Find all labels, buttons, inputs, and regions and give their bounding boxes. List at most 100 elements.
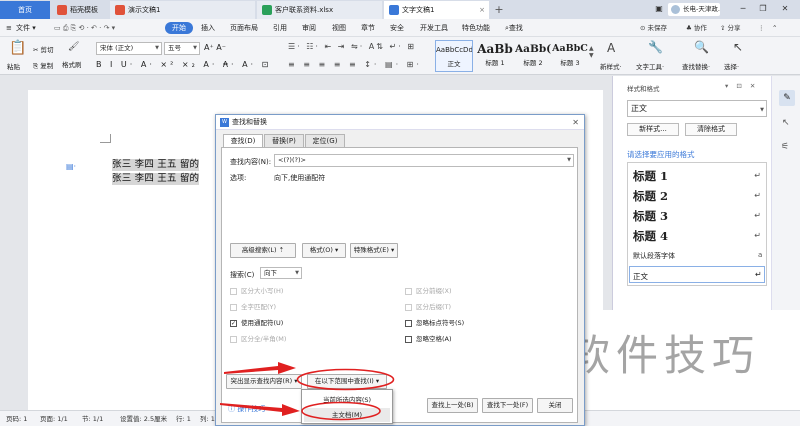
document-text-line[interactable]: 张三 李四 王五 留的	[112, 159, 200, 171]
highlight-results-button[interactable]: 突出显示查找内容(R) ▾	[226, 374, 302, 389]
find-what-input[interactable]: <(?)(?)> ▼	[274, 154, 574, 167]
tab-spreadsheet[interactable]: 客户联系资料.xlsx	[257, 1, 382, 19]
font-name-select[interactable]: 宋体 (正文) ▼	[96, 42, 162, 55]
tab-find[interactable]: 查找(D)	[223, 134, 263, 148]
paste-button[interactable]: 粘贴	[7, 61, 20, 71]
pen-icon[interactable]: ✎	[779, 90, 795, 106]
style-heading-3[interactable]: AaBbC 标题 3	[552, 40, 588, 72]
paragraph-list-buttons[interactable]: ☰· ☷· ⇤ ⇥ ⇋· A⇅ ↵· ⊞	[288, 42, 416, 51]
tab-document-active[interactable]: 文字文稿1 ×	[384, 1, 489, 19]
tips-link[interactable]: ⓘ 操作技巧	[228, 404, 265, 414]
quick-access-icons[interactable]: ▭ ⎙ ⎘ ⟲ · ↶ · ↷ ▾	[54, 19, 115, 37]
ignore-punctuation-checkbox[interactable]: 忽略标点符号(S)	[405, 319, 464, 328]
presentation-icon	[115, 5, 125, 15]
collaborate-button[interactable]: ♣ 协作	[686, 19, 707, 37]
search-direction-select[interactable]: 向下 ▼	[260, 267, 302, 279]
match-suffix-checkbox[interactable]: 区分后缀(T)	[405, 303, 451, 312]
tab-presentation[interactable]: 演示文稿1	[110, 1, 255, 19]
whole-word-checkbox[interactable]: 全字匹配(Y)	[230, 303, 276, 312]
cut-button[interactable]: ✂ 剪切	[33, 44, 54, 54]
menu-developer[interactable]: 开发工具	[420, 19, 448, 37]
tab-home[interactable]: 首页	[0, 1, 50, 19]
minimize-button[interactable]: ─	[736, 3, 750, 15]
menu-file[interactable]: 文件 ▾	[16, 19, 36, 37]
new-tab-button[interactable]: +	[492, 3, 506, 17]
dialog-title-bar[interactable]: W 查找和替换 ✕	[216, 115, 584, 130]
user-account[interactable]: 长电-天津政...	[668, 3, 720, 16]
style-list-heading-1[interactable]: 标题 1 ↵	[633, 167, 763, 185]
menu-start[interactable]: 开始	[165, 22, 193, 34]
special-format-button[interactable]: 特殊格式(E) ▾	[350, 243, 398, 258]
match-case-checkbox[interactable]: 区分大小写(H)	[230, 287, 283, 296]
copy-button[interactable]: ⎘ 复制	[33, 60, 53, 71]
ribbon-toolbar: 📋 粘贴 ✂ 剪切 ⎘ 复制 格式刷 🖌 宋体 (正文) ▼ 五号 ▼ A⁺ A⁻ …	[0, 37, 800, 75]
share-button[interactable]: ⇪ 分享	[720, 19, 741, 37]
style-normal[interactable]: AaBbCcDd 正文	[435, 40, 473, 72]
layout-icon[interactable]: ▣	[652, 3, 666, 15]
hamburger-icon[interactable]: ≡	[6, 19, 12, 37]
advanced-search-button[interactable]: 高级搜索(L) ⇡	[230, 243, 296, 258]
menu-insert[interactable]: 插入	[201, 19, 215, 37]
use-wildcards-checkbox[interactable]: ✓ 使用通配符(U)	[230, 319, 283, 328]
wps-writer-icon: W	[220, 118, 229, 127]
menu-special-features[interactable]: 特色功能	[462, 19, 490, 37]
style-heading-2[interactable]: AaBb( 标题 2	[515, 40, 551, 72]
paragraph-align-buttons[interactable]: ≡ ≡ ≡ ≡ ≡ ↕· ▤· ⊞·	[288, 60, 422, 69]
scope-option-selection[interactable]: 当前所选内容(S)	[304, 393, 390, 407]
style-list-normal[interactable]: 正文 ↵	[629, 266, 765, 283]
text-tools-button[interactable]: 文字工具·	[636, 61, 664, 71]
close-dialog-button[interactable]: 关闭	[537, 398, 573, 413]
ignore-spaces-checkbox[interactable]: 忽略空格(A)	[405, 335, 452, 344]
menu-view[interactable]: 视图	[332, 19, 346, 37]
more-icon[interactable]: ⋮	[758, 19, 765, 37]
menu-review[interactable]: 审阅	[302, 19, 316, 37]
status-setting: 设置值: 2.5厘米	[120, 415, 168, 423]
collapse-ribbon-icon[interactable]: ⌃	[772, 19, 777, 37]
close-tab-icon[interactable]: ×	[479, 1, 485, 19]
dialog-close-icon[interactable]: ✕	[572, 115, 579, 130]
find-next-button[interactable]: 查找下一处(F)	[482, 398, 533, 413]
new-style-panel-button[interactable]: 新样式...	[627, 123, 679, 136]
font-grow-shrink[interactable]: A⁺ A⁻	[204, 43, 226, 52]
text-tools-icon: 🔧	[648, 40, 663, 54]
paragraph-handle-icon[interactable]: ▤·	[66, 162, 76, 171]
font-format-buttons[interactable]: B I U· A· ×² ×₂ A· ₳· A· ⊡	[96, 60, 271, 69]
tab-goto[interactable]: 定位(G)	[305, 134, 345, 147]
settings-sliders-icon[interactable]: ⚟	[781, 142, 789, 152]
panel-window-controls[interactable]: ▾ ⊡ ✕	[725, 82, 758, 90]
unsaved-status[interactable]: ⊙ 未保存	[640, 19, 667, 37]
match-prefix-checkbox[interactable]: 区分前缀(X)	[405, 287, 452, 296]
current-style-select[interactable]: 正文 ▼	[627, 100, 767, 117]
format-button[interactable]: 格式(O) ▾	[302, 243, 346, 258]
paste-icon[interactable]: 📋	[9, 41, 26, 55]
style-gallery-scroll[interactable]: ▲ ▼	[589, 45, 594, 59]
maximize-button[interactable]: ❐	[756, 3, 770, 15]
style-heading-1[interactable]: AaBb 标题 1	[476, 40, 514, 72]
match-width-checkbox[interactable]: 区分全/半角(M)	[230, 335, 286, 344]
menu-security[interactable]: 安全	[390, 19, 404, 37]
menu-page-layout[interactable]: 页面布局	[230, 19, 258, 37]
style-list-heading-3[interactable]: 标题 3 ↵	[633, 207, 763, 225]
clear-format-button[interactable]: 清除格式	[685, 123, 737, 136]
find-replace-icon: 🔍	[694, 40, 709, 54]
style-list-heading-2[interactable]: 标题 2 ↵	[633, 187, 763, 205]
style-list-default-font[interactable]: 默认段落字体	[633, 251, 675, 261]
menu-chapter[interactable]: 章节	[361, 19, 375, 37]
tab-docer-template[interactable]: 稻壳模板	[52, 1, 108, 19]
tab-replace[interactable]: 替换(P)	[264, 134, 304, 147]
menu-search[interactable]: ⌕查找	[505, 19, 523, 37]
style-list-heading-4[interactable]: 标题 4 ↵	[633, 227, 763, 245]
find-previous-button[interactable]: 查找上一处(B)	[427, 398, 478, 413]
select-button[interactable]: 选择·	[724, 61, 739, 71]
apply-style-hint: 请选择要应用的格式	[627, 150, 695, 159]
document-text-line[interactable]: 张三 李四 王五 留的	[112, 173, 200, 185]
format-painter-button[interactable]: 格式刷	[62, 59, 82, 69]
cursor-icon[interactable]: ↖	[782, 118, 790, 128]
scope-option-main-document[interactable]: 主文档(M)	[304, 408, 390, 422]
find-replace-button[interactable]: 查找替换·	[682, 61, 710, 71]
find-in-scope-button[interactable]: 在以下范围中查找(I) ▾	[307, 374, 387, 389]
menu-references[interactable]: 引用	[273, 19, 287, 37]
font-size-select[interactable]: 五号 ▼	[164, 42, 200, 55]
close-window-button[interactable]: ✕	[778, 3, 792, 15]
new-style-button[interactable]: 新样式·	[600, 61, 622, 71]
